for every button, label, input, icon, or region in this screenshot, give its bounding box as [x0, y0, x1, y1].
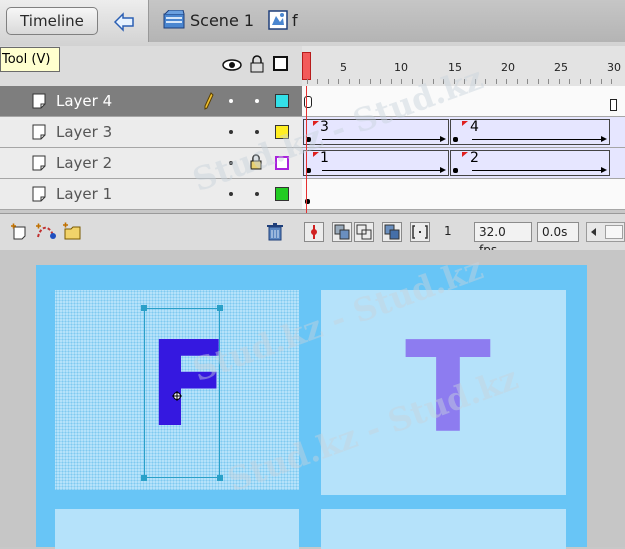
frame-ruler[interactable]: 5 10 15 20 25 30 — [302, 46, 625, 86]
layer-lock-icon[interactable] — [250, 154, 262, 170]
trash-icon[interactable] — [266, 222, 284, 242]
layer-name[interactable]: Layer 3 — [56, 123, 112, 141]
scroll-left-icon[interactable] — [591, 228, 596, 236]
frame-row-3[interactable]: 3 4 — [302, 117, 625, 148]
layer-name[interactable]: Layer 1 — [56, 185, 112, 203]
onion-skin-button[interactable] — [332, 222, 352, 242]
layer-icon — [32, 186, 46, 202]
horizontal-scrollbar[interactable] — [586, 222, 625, 242]
onion-skin-outlines-button[interactable] — [354, 222, 374, 242]
frame-label: 3 — [320, 119, 329, 135]
selection-handle[interactable] — [141, 305, 147, 311]
top-bar: Timeline Scene 1 f — [0, 0, 625, 47]
outline-toggle-icon[interactable] — [273, 56, 288, 71]
frame-rate[interactable]: 32.0 fps — [474, 222, 532, 257]
selection-handle[interactable] — [141, 475, 147, 481]
layer-icon — [32, 93, 46, 109]
letter-f[interactable]: F — [148, 325, 229, 443]
graphic-symbol-icon — [268, 10, 288, 30]
lock-icon[interactable] — [250, 55, 264, 73]
ruler-label: 10 — [394, 61, 408, 74]
stage[interactable]: F T — [36, 265, 587, 549]
panel-bottom-left[interactable] — [55, 509, 299, 549]
current-frame: 1 — [444, 224, 452, 238]
edit-bar: Scene 1 f — [148, 0, 625, 42]
timeline-button[interactable]: Timeline — [6, 7, 98, 35]
letter-t[interactable]: T — [405, 325, 491, 451]
edit-multiple-frames-button[interactable] — [382, 222, 402, 242]
layer-row-1[interactable]: Layer 1 — [0, 179, 302, 210]
layer-color-swatch[interactable] — [275, 94, 289, 108]
layer-name[interactable]: Layer 4 — [56, 92, 112, 110]
ruler-label: 15 — [448, 61, 462, 74]
selection-handle[interactable] — [217, 305, 223, 311]
scene-icon — [163, 9, 185, 30]
label-flag-icon — [313, 121, 319, 126]
frame-label: 1 — [320, 150, 329, 166]
motion-guide-icon[interactable] — [35, 223, 57, 241]
frame-row-1[interactable] — [302, 179, 625, 210]
frame-label: 2 — [470, 150, 479, 166]
layer-color-swatch[interactable] — [275, 125, 289, 139]
label-flag-icon — [462, 121, 468, 126]
timeline-footer: 1 32.0 fps 0.0s — [0, 213, 625, 257]
layer-color-swatch[interactable] — [275, 187, 289, 201]
scroll-thumb[interactable] — [605, 225, 623, 239]
layer-row-3[interactable]: Layer 3 — [0, 117, 302, 148]
new-layer-icon[interactable] — [10, 223, 28, 241]
playhead-line — [306, 86, 307, 213]
frame-label: 4 — [470, 119, 479, 135]
registration-point-icon — [172, 386, 182, 401]
ruler-label: 30 — [607, 61, 621, 74]
scene-breadcrumb[interactable]: Scene 1 — [190, 11, 254, 30]
back-arrow-icon[interactable] — [108, 8, 140, 36]
eye-icon[interactable] — [222, 57, 242, 73]
end-frame[interactable] — [610, 99, 617, 111]
selection-handle[interactable] — [217, 475, 223, 481]
label-flag-icon — [313, 152, 319, 157]
elapsed-time: 0.0s — [537, 222, 579, 242]
playhead[interactable] — [302, 52, 311, 80]
layer-name[interactable]: Layer 2 — [56, 154, 112, 172]
tool-tooltip: Tool (V) — [0, 47, 60, 72]
pencil-icon — [204, 92, 214, 110]
panel-bottom-right[interactable] — [321, 509, 566, 549]
label-flag-icon — [462, 152, 468, 157]
frame-row-2[interactable]: 1 2 — [302, 148, 625, 179]
ruler-label: 5 — [340, 61, 347, 74]
layer-color-swatch[interactable] — [275, 156, 289, 170]
ruler-label: 25 — [554, 61, 568, 74]
ruler-label: 20 — [501, 61, 515, 74]
frame-row-4[interactable] — [302, 86, 625, 117]
symbol-breadcrumb[interactable]: f — [292, 11, 298, 30]
layer-row-2[interactable]: Layer 2 — [0, 148, 302, 179]
new-folder-icon[interactable] — [62, 222, 82, 242]
layer-icon — [32, 155, 46, 171]
layer-row-4[interactable]: Layer 4 — [0, 86, 302, 117]
modify-onion-markers-button[interactable] — [410, 222, 430, 242]
layer-icon — [32, 124, 46, 140]
center-frame-button[interactable] — [304, 222, 324, 242]
